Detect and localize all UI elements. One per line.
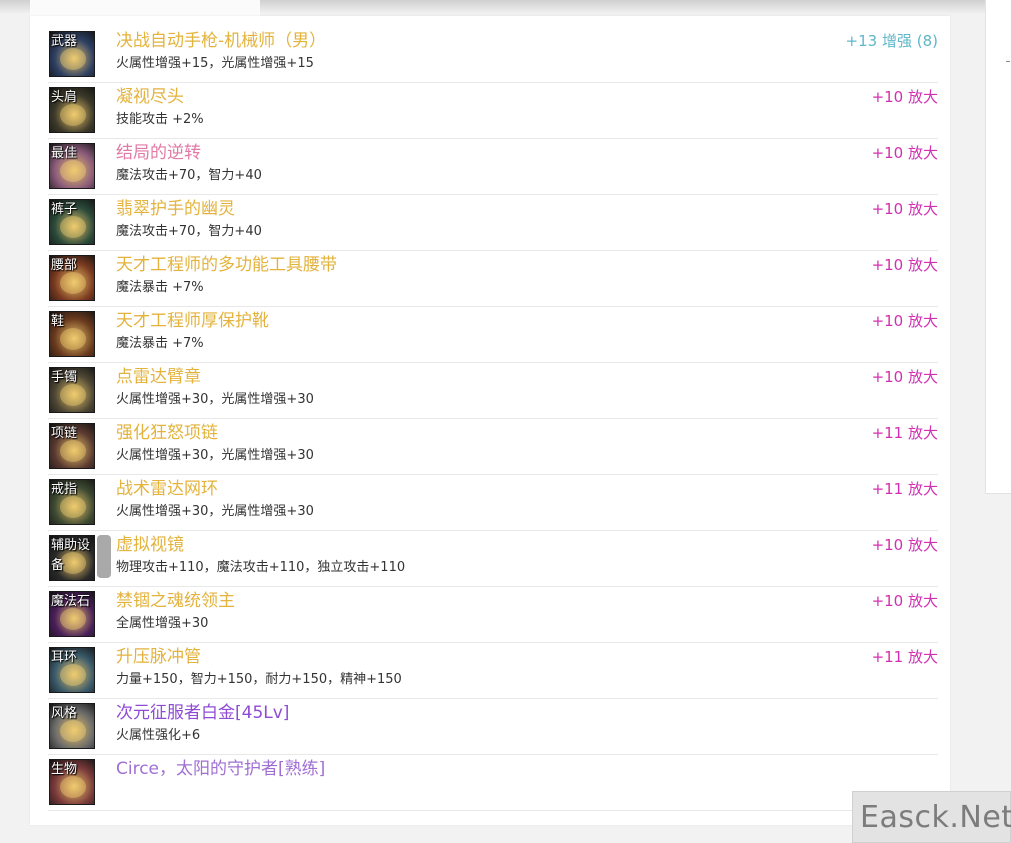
- item-attributes: 力量+150，智力+150，耐力+150，精神+150: [116, 672, 402, 687]
- slot-label: 生物: [51, 762, 78, 777]
- enhance-level: +10 放大: [871, 144, 938, 162]
- enhance-level: +10 放大: [871, 312, 938, 330]
- item-name[interactable]: 翡翠护手的幽灵: [116, 198, 235, 220]
- item-icon[interactable]: 项链: [49, 423, 95, 469]
- item-name[interactable]: 天才工程师的多功能工具腰带: [116, 254, 337, 276]
- item-icon[interactable]: 腰部: [49, 255, 95, 301]
- equipment-row[interactable]: 鞋 天才工程师厚保护靴魔法暴击 +7% +10 放大: [48, 307, 938, 363]
- item-icon[interactable]: 最佳: [49, 143, 95, 189]
- item-name[interactable]: 结局的逆转: [116, 142, 201, 164]
- equipment-row[interactable]: 武器 决战自动手枪-机械师（男） 火属性增强+15，光属性增强+15 +13 增强 (…: [48, 27, 938, 83]
- enhance-level: +10 放大: [871, 256, 938, 274]
- slot-label: 项链: [51, 426, 78, 441]
- slot-label: 武器: [51, 34, 78, 49]
- item-name[interactable]: 决战自动手枪-机械师（男）: [116, 30, 326, 52]
- slot-label: 戒指: [51, 482, 78, 497]
- item-icon[interactable]: 手镯: [49, 367, 95, 413]
- item-icon[interactable]: 鞋: [49, 311, 95, 357]
- slot-label: 风格: [51, 706, 78, 721]
- equipment-row[interactable]: 手镯 点雷达臂章火属性增强+30，光属性增强+30 +10 放大: [48, 363, 938, 419]
- slot-label: 最佳: [51, 146, 78, 161]
- item-attributes: 火属性增强+30，光属性增强+30: [116, 504, 314, 519]
- item-attributes: 火属性增强+15，光属性增强+15: [116, 56, 314, 71]
- item-attributes: 火属性增强+30，光属性增强+30: [116, 448, 314, 463]
- equipment-row[interactable]: 最佳 结局的逆转魔法攻击+70，智力+40 +10 放大: [48, 139, 938, 195]
- item-attributes: 火属性增强+30，光属性增强+30: [116, 392, 314, 407]
- item-icon[interactable]: 头肩: [49, 87, 95, 133]
- item-name[interactable]: 天才工程师厚保护靴: [116, 310, 269, 332]
- item-name[interactable]: 强化狂怒项链: [116, 422, 218, 444]
- top-tab: [30, 0, 260, 17]
- equipment-row[interactable]: 裤子 翡翠护手的幽灵魔法攻击+70，智力+40 +10 放大: [48, 195, 938, 251]
- right-panel-mark: [1006, 61, 1010, 62]
- enhance-level: +10 放大: [871, 200, 938, 218]
- enhance-level: +10 放大: [871, 592, 938, 610]
- equipment-row[interactable]: 耳环 升压脉冲管力量+150，智力+150，耐力+150，精神+150 +11 放大: [48, 643, 938, 699]
- slot-label: 手镯: [51, 370, 78, 385]
- item-name[interactable]: 虚拟视镜: [116, 534, 184, 556]
- item-attributes: 魔法攻击+70，智力+40: [116, 224, 262, 239]
- item-icon[interactable]: 魔法石: [49, 591, 95, 637]
- slot-label: 魔法石: [51, 594, 91, 609]
- equipment-row[interactable]: 辅助设备 虚拟视镜物理攻击+110，魔法攻击+110，独立攻击+110 +10 放大: [48, 531, 938, 587]
- enhance-level: +10 放大: [871, 88, 938, 106]
- scrollbar-thumb[interactable]: [97, 535, 111, 578]
- equipment-row[interactable]: 魔法石 禁锢之魂统领主全属性增强+30 +10 放大: [48, 587, 938, 643]
- equipment-row[interactable]: 生物 Circe，太阳的守护者[熟练]: [48, 755, 938, 811]
- enhance-level: +11 放大: [871, 424, 938, 442]
- equipment-panel: 武器 决战自动手枪-机械师（男） 火属性增强+15，光属性增强+15 +13 增强 (…: [30, 16, 950, 825]
- slot-label: 头肩: [51, 90, 78, 105]
- item-icon[interactable]: 生物: [49, 759, 95, 805]
- slot-label: 鞋: [51, 314, 65, 329]
- enhance-level: +13 增强 (8): [845, 32, 938, 50]
- enhance-level: +11 放大: [871, 648, 938, 666]
- item-name[interactable]: 升压脉冲管: [116, 646, 201, 668]
- equipment-row[interactable]: 项链 强化狂怒项链火属性增强+30，光属性增强+30 +11 放大: [48, 419, 938, 475]
- item-name[interactable]: 次元征服者白金[45Lv]: [116, 702, 289, 724]
- equipment-row[interactable]: 风格 次元征服者白金[45Lv] 火属性强化+6: [48, 699, 938, 755]
- item-attributes: 魔法暴击 +7%: [116, 336, 204, 351]
- item-name[interactable]: 凝视尽头: [116, 86, 184, 108]
- item-name[interactable]: Circe，太阳的守护者[熟练]: [116, 758, 325, 780]
- item-icon[interactable]: 耳环: [49, 647, 95, 693]
- item-name[interactable]: 战术雷达网环: [116, 478, 218, 500]
- equipment-row[interactable]: 头肩 凝视尽头技能攻击 +2% +10 放大: [48, 83, 938, 139]
- equipment-list: 武器 决战自动手枪-机械师（男） 火属性增强+15，光属性增强+15 +13 增强 (…: [30, 27, 950, 811]
- enhance-level: +10 放大: [871, 536, 938, 554]
- item-icon[interactable]: 裤子: [49, 199, 95, 245]
- item-icon[interactable]: 武器: [49, 31, 95, 77]
- enhance-level: +11 放大: [871, 480, 938, 498]
- equipment-row[interactable]: 戒指 战术雷达网环火属性增强+30，光属性增强+30 +11 放大: [48, 475, 938, 531]
- item-attributes: 魔法攻击+70，智力+40: [116, 168, 262, 183]
- equipment-row[interactable]: 腰部 天才工程师的多功能工具腰带魔法暴击 +7% +10 放大: [48, 251, 938, 307]
- item-icon[interactable]: 辅助设备: [49, 535, 95, 581]
- item-icon[interactable]: 戒指: [49, 479, 95, 525]
- item-icon[interactable]: 风格: [49, 703, 95, 749]
- slot-label: 辅助设备: [51, 538, 91, 573]
- slot-label: 腰部: [51, 258, 78, 273]
- slot-label: 耳环: [51, 650, 78, 665]
- item-name[interactable]: 点雷达臂章: [116, 366, 201, 388]
- slot-label: 裤子: [51, 202, 78, 217]
- item-attributes: 魔法暴击 +7%: [116, 280, 204, 295]
- enhance-level: +10 放大: [871, 368, 938, 386]
- item-name[interactable]: 禁锢之魂统领主: [116, 590, 235, 612]
- item-attributes: 全属性增强+30: [116, 616, 209, 631]
- item-attributes: 物理攻击+110，魔法攻击+110，独立攻击+110: [116, 560, 406, 575]
- item-attributes: 火属性强化+6: [116, 728, 201, 743]
- watermark: Easck.Net: [852, 791, 1011, 843]
- item-attributes: 技能攻击 +2%: [116, 112, 204, 127]
- right-side-panel: [985, 0, 1011, 494]
- watermark-text: Easck.Net: [860, 800, 1011, 835]
